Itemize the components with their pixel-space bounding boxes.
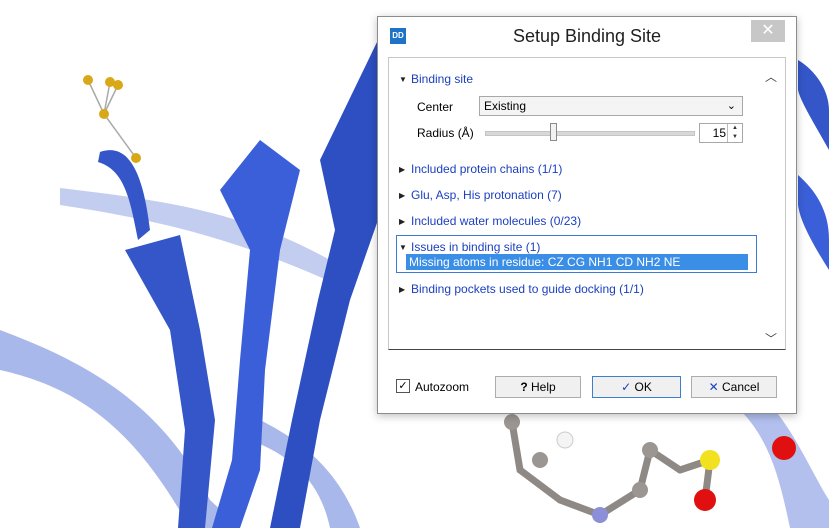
help-button[interactable]: ? Help [495, 376, 581, 398]
ligand-atoms [504, 414, 796, 523]
radius-value: 15 [712, 126, 726, 140]
section-binding-pockets[interactable]: ▶ Binding pockets used to guide docking (… [399, 282, 644, 296]
section-issues[interactable]: ▼ Issues in binding site (1) [399, 240, 540, 254]
setup-binding-site-dialog: DD Setup Binding Site ✕ ︿ ▼ Binding site … [377, 16, 797, 414]
protein-ribbon-faded [740, 395, 829, 528]
ligand-molecule [87, 79, 137, 159]
protein-ribbon [798, 175, 829, 270]
scroll-down-icon[interactable]: ﹀ [765, 330, 777, 347]
title-bar[interactable]: DD Setup Binding Site ✕ [378, 17, 796, 55]
issue-list-item[interactable]: Missing atoms in residue: CZ CG NH1 CD N… [406, 254, 748, 270]
radius-label: Radius (Å) [417, 126, 474, 140]
protein-ribbon-faded [60, 188, 340, 286]
close-button[interactable]: ✕ [751, 20, 785, 42]
chevron-down-icon: ⌄ [726, 100, 736, 112]
chevron-right-icon: ▶ [399, 191, 406, 200]
stepper-arrows-icon[interactable]: ▲ ▼ [727, 124, 742, 142]
chevron-down-icon: ▼ [399, 243, 407, 252]
autozoom-label: Autozoom [415, 380, 470, 394]
protein-ribbon [270, 40, 378, 528]
chevron-right-icon: ▶ [399, 165, 406, 174]
center-label: Center [417, 100, 454, 114]
close-icon: ✕ [761, 22, 775, 39]
settings-panel[interactable]: ︿ ▼ Binding site Center Existing ⌄ Radius… [388, 57, 786, 350]
section-protein-chains[interactable]: ▶ Included protein chains (1/1) [399, 162, 562, 176]
chevron-right-icon: ▶ [399, 217, 406, 226]
section-protonation[interactable]: ▶ Glu, Asp, His protonation (7) [399, 188, 562, 202]
chevron-down-icon: ▼ [399, 75, 407, 84]
section-binding-site[interactable]: ▼ Binding site [399, 72, 473, 86]
scroll-up-icon[interactable]: ︿ [765, 68, 777, 85]
radius-stepper[interactable]: 15 ▲ ▼ [699, 123, 743, 143]
dialog-title: Setup Binding Site [512, 26, 662, 46]
radius-slider-handle[interactable] [550, 123, 557, 141]
center-select[interactable]: Existing ⌄ [479, 96, 743, 116]
section-water-molecules[interactable]: ▶ Included water molecules (0/23) [399, 214, 581, 228]
autozoom-checkbox[interactable]: ✓ [396, 379, 410, 393]
checkmark-icon: ✓ [621, 380, 632, 394]
chevron-right-icon: ▶ [399, 285, 406, 294]
ligand-bonds [508, 418, 714, 519]
x-icon: ✕ [708, 380, 719, 394]
question-icon: ? [520, 380, 528, 394]
protein-ribbon [798, 60, 829, 150]
ok-button[interactable]: ✓ OK [592, 376, 681, 398]
cancel-button[interactable]: ✕ Cancel [691, 376, 777, 398]
radius-slider[interactable] [485, 131, 695, 136]
